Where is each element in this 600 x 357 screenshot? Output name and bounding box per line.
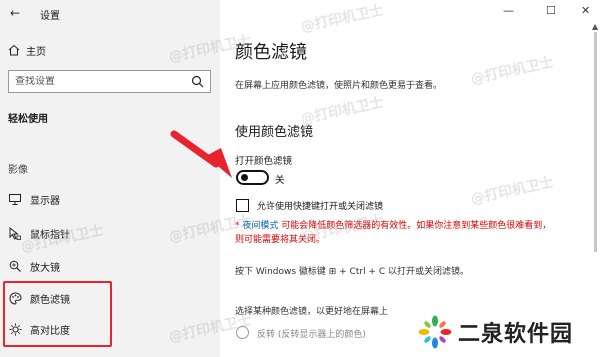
sidebar-item-label: 颜色滤镜 <box>30 294 70 306</box>
search-box[interactable] <box>8 70 211 93</box>
scrollbar[interactable] <box>594 32 597 252</box>
home-icon <box>8 44 20 56</box>
main-panel: — ☐ ✕ 颜色滤镜 在屏幕上应用颜色滤镜，使照片和颜色更易于查看。 使用颜色滤… <box>220 0 600 357</box>
magnifier-icon <box>8 260 22 272</box>
mouse-pointer-icon <box>8 226 22 240</box>
monitor-icon <box>8 193 22 205</box>
maximize-button[interactable]: ☐ <box>546 4 556 17</box>
sidebar-item-display[interactable]: 显示器 <box>8 190 60 208</box>
sidebar-home[interactable]: 主页 <box>8 42 46 58</box>
radio-label: 反转 <box>257 330 276 340</box>
back-arrow-icon[interactable]: ← <box>10 6 20 20</box>
night-mode-warning: * 夜间模式 可能会降低颜色筛选器的有效性。如果你注意到某些颜色很难看到，则可能… <box>235 219 555 247</box>
choose-filter-text: 选择某种颜色滤镜，以更好地在屏幕上 <box>235 307 389 317</box>
section-title: 轻松使用 <box>8 114 48 125</box>
night-mode-link[interactable]: 夜间模式 <box>242 221 278 231</box>
sidebar-item-label: 显示器 <box>30 195 60 207</box>
search-input[interactable] <box>15 76 185 87</box>
warning-text: 可能会降低颜色筛选器的有效性。如果你注意到某些颜色很难看到，则可能需要将其关闭。 <box>235 221 552 245</box>
sidebar-item-label: 鼠标指针 <box>30 229 70 241</box>
annotation-arrow <box>170 130 232 178</box>
sidebar-item-mouse-pointer[interactable]: 鼠标指针 <box>8 224 70 242</box>
contrast-icon <box>8 323 22 336</box>
toggle-knob <box>241 174 248 181</box>
sidebar-item-label: 高对比度 <box>30 325 70 337</box>
shortcut-checkbox-label[interactable]: 允许使用快捷键打开或关闭滤镜 <box>257 199 383 212</box>
toggle-state: 关 <box>275 175 285 186</box>
sidebar-item-high-contrast[interactable]: 高对比度 <box>8 320 70 338</box>
group-label: 影像 <box>8 165 28 176</box>
search-icon[interactable] <box>191 75 204 88</box>
toggle-label: 打开颜色滤镜 <box>235 156 293 167</box>
sidebar-item-label: 放大镜 <box>30 262 60 274</box>
shortcut-hint: 按下 Windows 徽标键 ⊞ + Ctrl + C 以打开或关闭滤镜。 <box>235 267 469 277</box>
radio-desc: (反转显示器上的颜色) <box>277 330 366 340</box>
page-title: 颜色滤镜 <box>235 42 307 63</box>
sidebar-item-color-filters[interactable]: 颜色滤镜 <box>8 289 70 307</box>
page-description: 在屏幕上应用颜色滤镜，使照片和颜色更易于查看。 <box>235 81 443 91</box>
sidebar-item-magnifier[interactable]: 放大镜 <box>8 257 60 275</box>
shortcut-checkbox[interactable] <box>236 199 249 212</box>
minimize-button[interactable]: — <box>503 4 514 17</box>
logo-text: 二泉软件园 <box>458 321 574 347</box>
invert-radio[interactable] <box>236 326 249 339</box>
color-filter-toggle[interactable] <box>236 170 269 185</box>
section-heading: 使用颜色滤镜 <box>235 125 314 140</box>
close-button[interactable]: ✕ <box>581 4 590 17</box>
palette-icon <box>8 291 22 305</box>
app-title: 设置 <box>40 11 60 22</box>
logo-mark <box>418 315 452 348</box>
site-logo: 二泉软件园 <box>412 308 598 355</box>
warning-bullet: * <box>235 221 240 231</box>
scroll-up-icon[interactable]: ▲ <box>592 22 598 31</box>
invert-radio-label[interactable]: 反转 (反转显示器上的颜色) <box>257 327 366 340</box>
home-label: 主页 <box>26 46 46 58</box>
